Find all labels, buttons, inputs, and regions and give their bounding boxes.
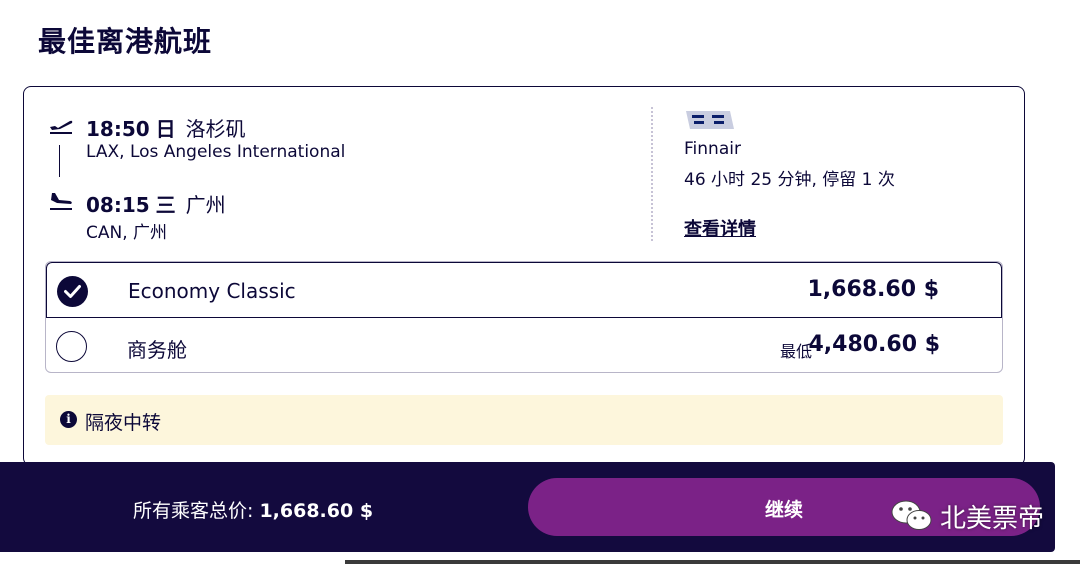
notice-text: 隔夜中转 [85,412,162,434]
arrival-time-row: 08:15 三广州 [86,189,226,218]
fare-price-prefix: 最低 [779,342,812,361]
airline-name: Finnair [684,139,741,159]
page-title: 最佳离港航班 [38,25,213,58]
total-price-value: 1,668.60 $ [259,500,374,522]
arrival-time: 08:15 [86,193,150,217]
timeline-line [59,145,60,177]
fare-label: 商务舱 [127,338,187,362]
fare-label: Economy Classic [128,279,296,303]
radio-checked[interactable] [57,276,88,307]
arrival-city: 广州 [185,193,226,217]
fare-option-business[interactable]: 商务舱 最低 4,480.60 $ [46,318,1002,372]
fare-price: 4,480.60 $ [808,332,940,357]
overnight-notice: i 隔夜中转 [45,395,1003,445]
departure-city: 洛杉矶 [185,117,246,141]
flight-duration: 46 小时 25 分钟, 停留 1 次 [684,170,895,190]
departure-time-row: 18:50 日洛杉矶 [86,113,246,142]
view-details-link[interactable]: 查看详情 [684,215,756,241]
finnair-logo [686,111,734,129]
watermark: 北美票帝 [890,498,1044,534]
bottom-strip [345,560,1080,564]
departure-day: 日 [155,117,176,141]
fare-options: Economy Classic 1,668.60 $ 商务舱 最低 4,480.… [45,261,1003,373]
checkmark-icon [64,285,81,298]
divider [651,107,653,241]
total-price-label: 所有乘客总价: [133,500,260,522]
wechat-icon [891,500,932,530]
radio-unchecked[interactable] [56,331,87,362]
info-icon: i [60,411,77,428]
departure-airport: LAX, Los Angeles International [86,142,346,162]
departure-time: 18:50 [86,117,150,141]
total-price: 所有乘客总价: 1,668.60 $ [133,496,373,523]
arrival-day: 三 [155,193,176,217]
takeoff-icon [50,120,73,134]
watermark-text: 北美票帝 [940,503,1045,534]
landing-icon [50,193,72,210]
flight-card: 18:50 日洛杉矶 LAX, Los Angeles International… [23,86,1025,466]
arrival-airport: CAN, 广州 [86,223,168,243]
fare-price: 1,668.60 $ [807,277,939,302]
fare-option-economy[interactable]: Economy Classic 1,668.60 $ [46,262,1002,318]
